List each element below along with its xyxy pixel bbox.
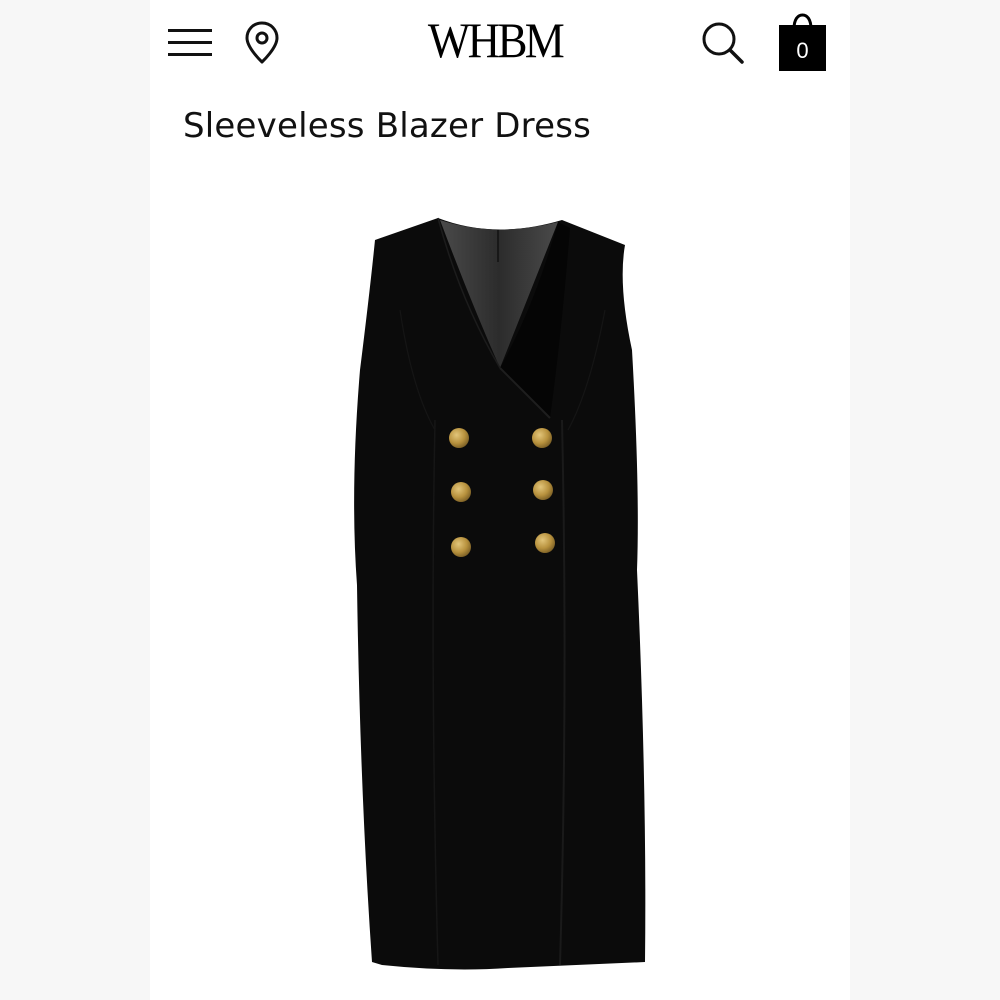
header-bar: WHBM 0 <box>150 0 850 90</box>
cart-button[interactable]: 0 <box>779 13 827 71</box>
cart-badge: 0 <box>779 25 826 71</box>
product-title: Sleeveless Blazer Dress <box>183 106 592 146</box>
dress-illustration <box>354 217 646 970</box>
store-locator-button[interactable] <box>242 20 282 66</box>
left-gutter <box>0 0 150 1000</box>
product-image[interactable] <box>150 190 850 1000</box>
cart-count: 0 <box>796 38 809 63</box>
search-button[interactable] <box>698 18 748 68</box>
menu-button[interactable] <box>168 22 214 62</box>
right-gutter <box>850 0 1000 1000</box>
map-pin-icon <box>245 21 279 64</box>
hamburger-menu-icon <box>168 29 212 56</box>
page-column: WHBM 0 Sleeveless Blazer Dress <box>150 0 850 1000</box>
search-icon <box>702 22 744 64</box>
brand-logo[interactable]: WHBM <box>392 10 599 70</box>
